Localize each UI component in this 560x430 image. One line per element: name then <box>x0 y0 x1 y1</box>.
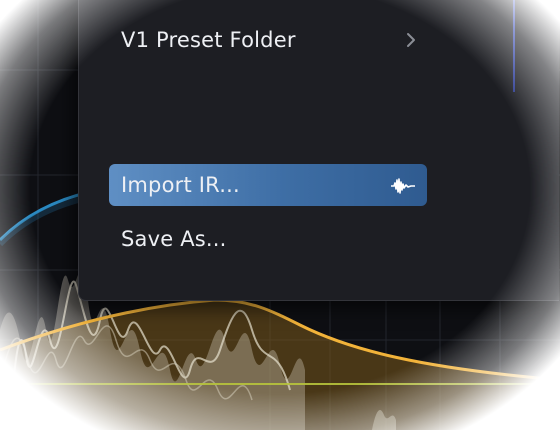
menu-scroll-edge <box>513 0 515 92</box>
menu-item-import-ir[interactable]: Import IR... <box>109 164 427 206</box>
waveform-icon <box>391 176 415 200</box>
chevron-right-icon <box>401 28 421 52</box>
context-menu: V1 Preset Folder Import IR... Save As... <box>78 0 559 301</box>
menu-item-v1-preset-folder[interactable]: V1 Preset Folder <box>109 19 427 61</box>
menu-item-label: Save As... <box>121 227 227 251</box>
menu-item-label: Import IR... <box>121 173 240 197</box>
menu-item-save-as[interactable]: Save As... <box>109 218 427 260</box>
menu-item-label: V1 Preset Folder <box>121 28 296 52</box>
plugin-window: V1 Preset Folder Import IR... Save As... <box>0 0 560 430</box>
